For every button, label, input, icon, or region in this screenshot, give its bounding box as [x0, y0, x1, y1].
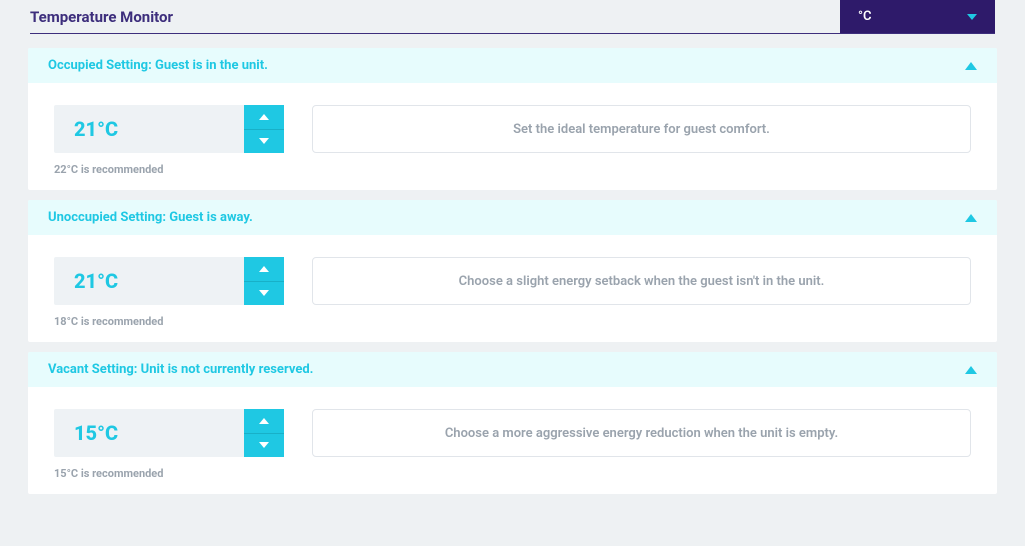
temp-value-occupied: 21°C [54, 105, 244, 153]
temp-down-button-occupied[interactable] [244, 130, 284, 154]
temp-stepper-vacant: 15°C [54, 409, 284, 457]
temp-up-button-occupied[interactable] [244, 105, 284, 130]
section-occupied-header[interactable]: Occupied Setting: Guest is in the unit. [28, 48, 997, 83]
section-vacant: Vacant Setting: Unit is not currently re… [28, 352, 997, 494]
stepper-buttons-occupied [244, 105, 284, 153]
section-unoccupied-header[interactable]: Unoccupied Setting: Guest is away. [28, 200, 997, 235]
section-unoccupied-title: Unoccupied Setting: Guest is away. [48, 210, 253, 225]
section-vacant-description: Choose a more aggressive energy reductio… [312, 409, 971, 457]
temp-stepper-occupied: 21°C [54, 105, 284, 153]
section-vacant-body: 15°C Choose a more aggressive energy red… [28, 387, 997, 494]
temp-stepper-unoccupied: 21°C [54, 257, 284, 305]
arrow-down-icon [259, 290, 269, 296]
section-occupied-description: Set the ideal temperature for guest comf… [312, 105, 971, 153]
section-occupied: Occupied Setting: Guest is in the unit. … [28, 48, 997, 190]
collapse-up-icon[interactable] [965, 214, 977, 222]
section-vacant-row: 15°C Choose a more aggressive energy red… [54, 409, 971, 457]
stepper-buttons-vacant [244, 409, 284, 457]
section-occupied-recommend: 22°C is recommended [54, 163, 971, 176]
section-occupied-title: Occupied Setting: Guest is in the unit. [48, 58, 268, 73]
section-unoccupied-description: Choose a slight energy setback when the … [312, 257, 971, 305]
content-area: Occupied Setting: Guest is in the unit. … [0, 48, 1025, 494]
arrow-down-icon [259, 138, 269, 144]
section-unoccupied-recommend: 18°C is recommended [54, 315, 971, 328]
section-vacant-recommend: 15°C is recommended [54, 467, 971, 480]
section-unoccupied: Unoccupied Setting: Guest is away. 21°C … [28, 200, 997, 342]
temp-down-button-vacant[interactable] [244, 434, 284, 458]
section-unoccupied-row: 21°C Choose a slight energy setback when… [54, 257, 971, 305]
arrow-up-icon [259, 114, 269, 120]
collapse-up-icon[interactable] [965, 62, 977, 70]
arrow-down-icon [259, 442, 269, 448]
section-unoccupied-body: 21°C Choose a slight energy setback when… [28, 235, 997, 342]
collapse-up-icon[interactable] [965, 366, 977, 374]
unit-select-label: °C [858, 9, 872, 24]
stepper-buttons-unoccupied [244, 257, 284, 305]
arrow-up-icon [259, 418, 269, 424]
chevron-down-icon [967, 14, 977, 20]
page-title: Temperature Monitor [30, 0, 173, 33]
page-header: Temperature Monitor °C [30, 0, 995, 34]
section-vacant-title: Vacant Setting: Unit is not currently re… [48, 362, 313, 377]
temp-value-unoccupied: 21°C [54, 257, 244, 305]
temp-up-button-unoccupied[interactable] [244, 257, 284, 282]
section-vacant-header[interactable]: Vacant Setting: Unit is not currently re… [28, 352, 997, 387]
temp-down-button-unoccupied[interactable] [244, 282, 284, 306]
unit-select[interactable]: °C [840, 0, 995, 33]
section-occupied-row: 21°C Set the ideal temperature for guest… [54, 105, 971, 153]
temp-up-button-vacant[interactable] [244, 409, 284, 434]
arrow-up-icon [259, 266, 269, 272]
section-occupied-body: 21°C Set the ideal temperature for guest… [28, 83, 997, 190]
temp-value-vacant: 15°C [54, 409, 244, 457]
